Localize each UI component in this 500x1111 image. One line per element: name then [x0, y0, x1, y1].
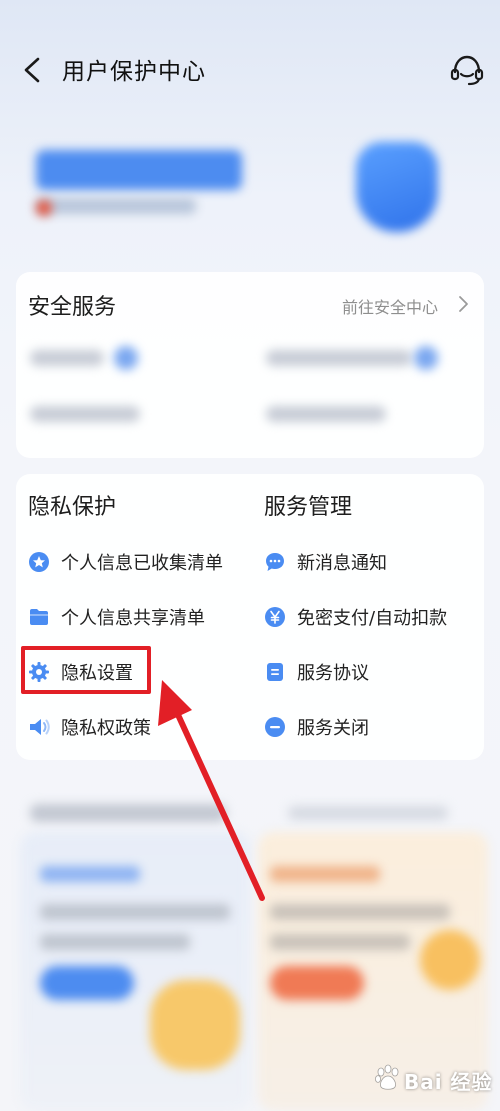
security-item-blurred[interactable]	[266, 406, 386, 422]
promo-text-blurred	[40, 904, 230, 920]
privacy-item-label: 隐私权政策	[61, 718, 151, 739]
security-item-icon-blurred	[414, 346, 438, 370]
promo-text-blurred	[270, 904, 450, 920]
privacy-item-collected-list[interactable]: 个人信息已收集清单	[28, 547, 248, 577]
promo-text-blurred	[40, 934, 190, 950]
folder-icon	[30, 609, 48, 625]
document-icon	[267, 663, 283, 681]
page-title: 用户保护中心	[62, 59, 206, 85]
privacy-item-policy[interactable]: 隐私权政策	[28, 712, 188, 742]
chevron-left-icon[interactable]	[18, 54, 48, 86]
watermark-text: Bai 经验	[404, 1070, 493, 1094]
section-title-blurred	[30, 804, 226, 822]
security-section-title: 安全服务	[28, 295, 117, 320]
service-item-label: 免密支付/自动扣款	[297, 608, 448, 629]
service-item-label: 服务协议	[297, 663, 369, 684]
star-circle-icon	[29, 552, 49, 572]
chat-bubble-icon	[266, 553, 284, 571]
shield-icon	[356, 142, 438, 232]
minus-circle-icon	[265, 717, 285, 737]
privacy-item-label: 个人信息共享清单	[61, 608, 205, 629]
promo-illustration-blurred	[150, 980, 240, 1070]
headset-icon[interactable]	[447, 52, 487, 88]
header-bar: 用户保护中心	[0, 0, 500, 140]
baidu-paw-logo	[375, 1064, 399, 1090]
promo-text-blurred	[270, 934, 410, 950]
promo-tag-blurred	[270, 866, 380, 882]
service-item-autopay[interactable]: 免密支付/自动扣款	[264, 602, 464, 632]
service-item-close[interactable]: 服务关闭	[264, 712, 394, 742]
banner-subtitle-blurred	[36, 198, 196, 214]
promo-tag-blurred	[40, 866, 140, 882]
security-item-icon-blurred	[114, 346, 138, 370]
section-link-blurred[interactable]	[288, 806, 448, 820]
privacy-item-label: 个人信息已收集清单	[61, 553, 223, 574]
service-item-notifications[interactable]: 新消息通知	[264, 547, 414, 577]
privacy-item-shared-list[interactable]: 个人信息共享清单	[28, 602, 248, 632]
yen-circle-icon	[265, 607, 285, 627]
service-item-agreement[interactable]: 服务协议	[264, 657, 394, 687]
privacy-section-title: 隐私保护	[28, 495, 117, 520]
security-item-blurred[interactable]	[30, 350, 104, 366]
security-item-blurred[interactable]	[266, 350, 412, 366]
promo-button-blurred[interactable]	[270, 966, 364, 1000]
security-item-blurred[interactable]	[30, 406, 140, 422]
chevron-right-icon[interactable]	[457, 294, 469, 314]
service-section-title: 服务管理	[264, 495, 353, 520]
annotation-highlight-box	[21, 646, 151, 694]
promo-illustration-blurred	[420, 930, 480, 990]
service-item-label: 服务关闭	[297, 718, 369, 739]
service-item-label: 新消息通知	[297, 553, 387, 574]
promo-button-blurred[interactable]	[40, 966, 134, 1000]
speaker-icon	[30, 719, 50, 735]
banner-title-blurred	[36, 150, 242, 190]
banner-alert-dot	[36, 200, 52, 216]
go-security-center-link[interactable]: 前往安全中心	[342, 294, 438, 318]
